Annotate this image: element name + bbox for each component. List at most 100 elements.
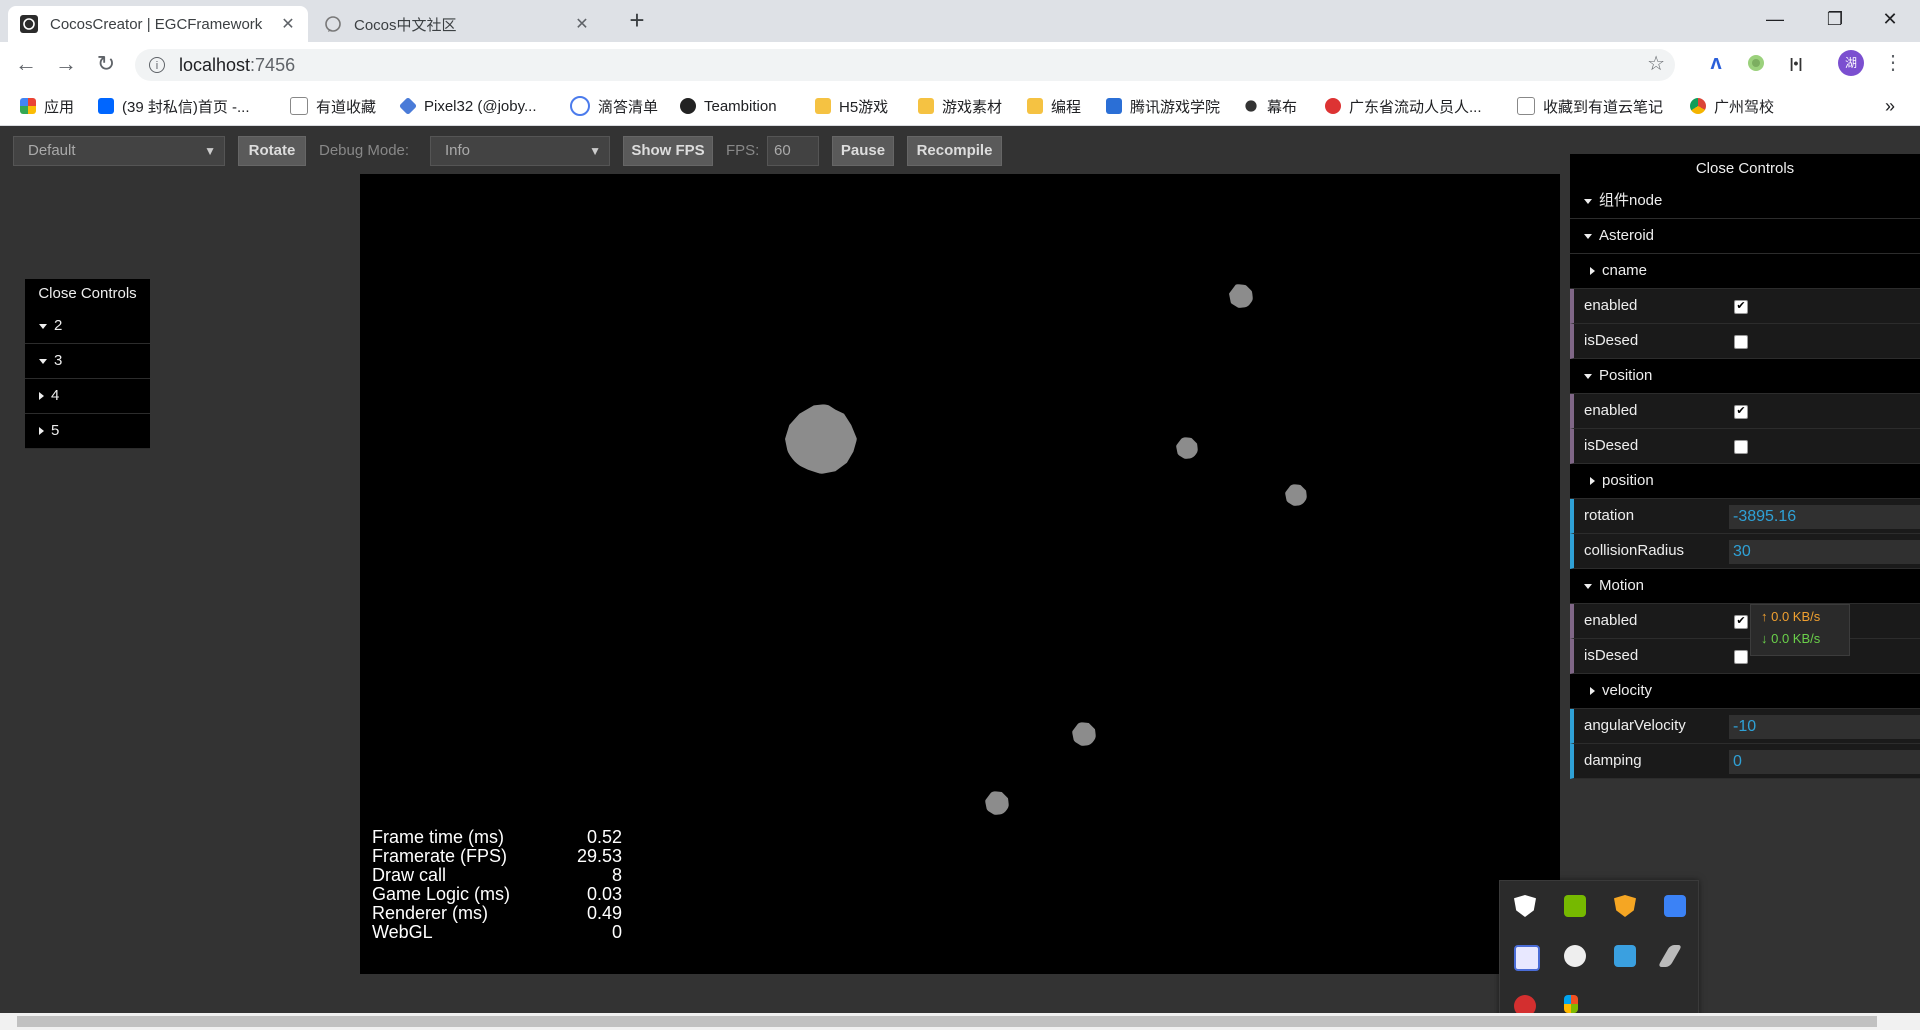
forward-button[interactable]: → <box>52 50 80 78</box>
chat-favicon-icon <box>325 16 341 32</box>
extension-bracket-icon[interactable]: |•| <box>1783 50 1809 76</box>
bookmark-label: 收藏到有道云笔记 <box>1543 98 1664 116</box>
debug-mode-select[interactable]: Info ▼ <box>430 136 610 166</box>
gui-folder-cname[interactable]: cname <box>1570 254 1920 289</box>
bookmark-item[interactable]: 编程 <box>1027 94 1081 118</box>
feishu-icon[interactable] <box>1664 895 1686 917</box>
bookmark-item[interactable]: 游戏素材 <box>918 94 1002 118</box>
field-label: isDesed <box>1584 647 1639 664</box>
back-button[interactable]: ← <box>12 50 40 78</box>
tab-close-icon[interactable]: ✕ <box>574 14 590 34</box>
scrollbar-thumb[interactable] <box>17 1016 1877 1027</box>
folder-label: Motion <box>1599 577 1645 594</box>
extension-lambda-icon[interactable]: ʌ <box>1703 50 1729 76</box>
gui-folder-motion[interactable]: Motion <box>1570 569 1920 604</box>
folder-label: Position <box>1599 367 1653 384</box>
tab-close-icon[interactable]: ✕ <box>280 14 296 34</box>
pause-button[interactable]: Pause <box>832 136 894 166</box>
bookmark-item[interactable]: 应用 <box>20 94 74 118</box>
bookmark-item[interactable]: H5游戏 <box>815 94 888 118</box>
screenshot-icon[interactable] <box>1514 945 1540 971</box>
teambition-icon <box>680 98 696 114</box>
nvidia-icon[interactable] <box>1564 895 1586 917</box>
stat-row: Renderer (ms) 0.49 <box>372 904 622 923</box>
debug-mode-value: Info <box>445 142 471 159</box>
folder-label: cname <box>1602 262 1648 279</box>
gui-folder-4[interactable]: 4 <box>25 379 150 414</box>
bookmark-label: 滴答清单 <box>598 98 659 116</box>
tab-cocos-creator[interactable]: CocosCreator | EGCFramework ✕ <box>8 6 308 42</box>
position-enabled-checkbox[interactable]: ✔ <box>1734 405 1748 419</box>
angular-velocity-input[interactable]: -10 <box>1729 715 1920 739</box>
close-controls-button[interactable]: Close Controls <box>25 279 150 309</box>
browser-menu-icon[interactable]: ⋮ <box>1880 50 1906 76</box>
stat-value: 0.49 <box>586 903 622 923</box>
stat-label: Draw call <box>372 865 447 885</box>
device-select[interactable]: Default ▼ <box>13 136 225 166</box>
new-tab-button[interactable]: + <box>622 6 652 36</box>
fps-input[interactable]: 60 <box>767 136 819 166</box>
field-label: enabled <box>1584 402 1638 419</box>
asteroid-isdesed-row: isDesed <box>1570 324 1920 359</box>
bookmark-item[interactable]: Teambition <box>680 94 777 118</box>
bookmarks-more-button[interactable]: » <box>1885 94 1895 118</box>
bookmark-item[interactable]: 腾讯游戏学院 <box>1106 94 1220 118</box>
bookmark-item[interactable]: 广东省流动人员人... <box>1325 94 1482 118</box>
damping-input[interactable]: 0 <box>1729 750 1920 774</box>
motion-isdesed-checkbox[interactable] <box>1734 650 1748 664</box>
tab-cocos-community[interactable]: Cocos中文社区 ✕ <box>312 6 602 42</box>
bookmark-item[interactable]: 收藏到有道云笔记 <box>1517 94 1663 118</box>
shield-icon[interactable] <box>1514 895 1536 917</box>
stat-row: Game Logic (ms) 0.03 <box>372 885 622 904</box>
page-icon <box>290 97 308 115</box>
gui-folder-5[interactable]: 5 <box>25 414 150 449</box>
asteroid-enabled-checkbox[interactable]: ✔ <box>1734 300 1748 314</box>
bookmark-item[interactable]: Pixel32 (@joby... <box>398 94 537 118</box>
show-fps-button[interactable]: Show FPS <box>623 136 713 166</box>
gui-folder-2[interactable]: 2 <box>25 309 150 344</box>
bookmark-label: 广州驾校 <box>1714 98 1775 116</box>
bookmark-item[interactable]: 广州驾校 <box>1690 94 1774 118</box>
rotation-input[interactable]: -3895.16 <box>1729 505 1920 529</box>
bookmark-item[interactable]: (39 封私信)首页 -... <box>98 94 250 118</box>
field-label: enabled <box>1584 297 1638 314</box>
gui-folder-velocity[interactable]: velocity <box>1570 674 1920 709</box>
gui-folder-asteroid[interactable]: Asteroid <box>1570 219 1920 254</box>
bookmark-star-icon[interactable]: ☆ <box>1647 51 1665 76</box>
bookmark-item[interactable]: 滴答清单 <box>570 94 658 118</box>
position-isdesed-checkbox[interactable] <box>1734 440 1748 454</box>
collision-radius-input[interactable]: 30 <box>1729 540 1920 564</box>
close-window-button[interactable]: ✕ <box>1860 0 1920 38</box>
pen-icon[interactable] <box>1657 945 1683 967</box>
bookmark-item[interactable]: 幕布 <box>1243 94 1297 118</box>
maximize-button[interactable]: ❐ <box>1805 0 1865 38</box>
gui-folder-position-vec[interactable]: position <box>1570 464 1920 499</box>
gui-folder-position[interactable]: Position <box>1570 359 1920 394</box>
stat-value: 29.53 <box>576 846 622 866</box>
security-icon[interactable] <box>1614 895 1636 917</box>
site-info-icon[interactable]: i <box>149 57 165 73</box>
bookmark-label: H5游戏 <box>839 98 889 116</box>
rotate-button[interactable]: Rotate <box>238 136 306 166</box>
recompile-button[interactable]: Recompile <box>907 136 1002 166</box>
url-host: localhost <box>179 54 251 75</box>
address-bar[interactable]: i localhost:7456 ☆ <box>135 49 1675 81</box>
field-label: angularVelocity <box>1584 717 1686 734</box>
bookmark-label: Teambition <box>704 97 777 115</box>
bookmark-item[interactable]: 有道收藏 <box>290 94 376 118</box>
reload-button[interactable]: ↻ <box>92 50 120 78</box>
download-speed: ↓ 0.0 KB/s <box>1761 631 1821 646</box>
dropdown-caret-icon: ▼ <box>204 144 216 158</box>
game-canvas[interactable]: Frame time (ms) 0.52 Framerate (FPS) 29.53… <box>360 174 1560 974</box>
motion-enabled-checkbox[interactable]: ✔ <box>1734 615 1748 629</box>
close-controls-button[interactable]: Close Controls <box>1570 154 1920 184</box>
gui-folder-3[interactable]: 3 <box>25 344 150 379</box>
asteroid-isdesed-checkbox[interactable] <box>1734 335 1748 349</box>
minimize-button[interactable]: — <box>1745 0 1805 38</box>
display-icon[interactable] <box>1614 945 1636 967</box>
gui-folder-node[interactable]: 组件node <box>1570 184 1920 219</box>
steam-icon[interactable] <box>1564 945 1586 967</box>
profile-avatar[interactable]: 湖 <box>1838 50 1864 76</box>
windows-tile-icon[interactable] <box>1564 995 1578 1013</box>
extension-circle-icon[interactable] <box>1743 50 1769 76</box>
